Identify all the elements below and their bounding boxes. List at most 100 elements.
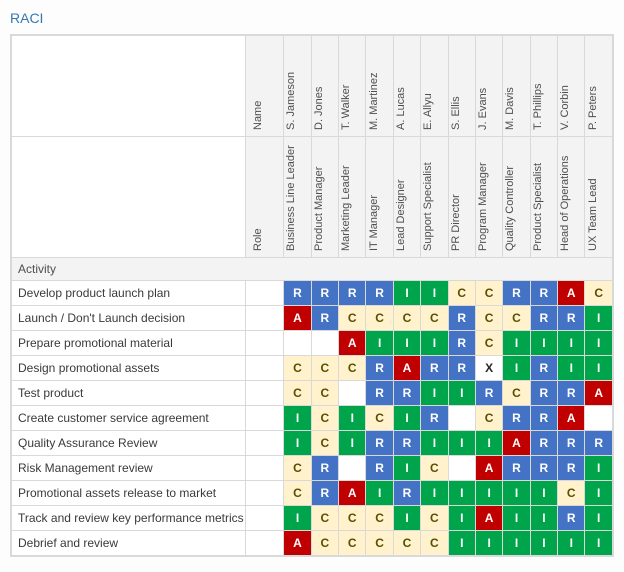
raci-cell: R xyxy=(475,381,502,406)
table-row: Debrief and reviewACCCCCIIIIII xyxy=(12,531,613,556)
name-header: T. Phillips xyxy=(530,36,557,137)
raci-cell: R xyxy=(503,281,530,306)
raci-cell: I xyxy=(421,381,448,406)
raci-cell: R xyxy=(558,456,585,481)
header-corner xyxy=(12,137,246,258)
raci-cell: R xyxy=(284,281,311,306)
raci-cell: I xyxy=(503,481,530,506)
row-spacer xyxy=(245,281,284,306)
raci-cell: A xyxy=(475,456,502,481)
row-spacer xyxy=(245,481,284,506)
raci-cell: C xyxy=(339,506,366,531)
raci-cell: I xyxy=(503,356,530,381)
name-header: M. Davis xyxy=(503,36,530,137)
table-row: Create customer service agreementICICIRC… xyxy=(12,406,613,431)
raci-cell xyxy=(448,456,475,481)
raci-cell: C xyxy=(284,456,311,481)
raci-cell xyxy=(339,381,366,406)
raci-cell xyxy=(284,331,311,356)
activity-label: Create customer service agreement xyxy=(12,406,246,431)
raci-cell: C xyxy=(311,506,338,531)
name-header: D. Jones xyxy=(311,36,338,137)
raci-cell: R xyxy=(558,431,585,456)
activity-label: Risk Management review xyxy=(12,456,246,481)
raci-cell: R xyxy=(530,456,557,481)
raci-cell: I xyxy=(339,431,366,456)
raci-cell: A xyxy=(339,481,366,506)
row-spacer xyxy=(245,431,284,456)
role-header-label: Role xyxy=(245,137,284,258)
raci-cell: I xyxy=(530,506,557,531)
table-row: Promotional assets release to marketCRAI… xyxy=(12,481,613,506)
raci-cell: R xyxy=(448,356,475,381)
row-spacer xyxy=(245,356,284,381)
raci-cell: R xyxy=(393,381,420,406)
raci-cell: R xyxy=(448,306,475,331)
activity-label: Track and review key performance metrics xyxy=(12,506,246,531)
raci-cell: A xyxy=(503,431,530,456)
row-spacer xyxy=(245,406,284,431)
raci-cell xyxy=(585,406,613,431)
raci-cell: R xyxy=(530,281,557,306)
raci-cell: R xyxy=(421,406,448,431)
raci-cell: I xyxy=(475,481,502,506)
raci-cell: C xyxy=(366,406,393,431)
raci-cell: C xyxy=(311,406,338,431)
raci-cell: R xyxy=(530,356,557,381)
raci-cell: I xyxy=(530,481,557,506)
row-spacer xyxy=(245,506,284,531)
raci-cell: R xyxy=(503,406,530,431)
activity-label: Design promotional assets xyxy=(12,356,246,381)
raci-cell: I xyxy=(585,306,613,331)
raci-cell: I xyxy=(448,431,475,456)
raci-cell: C xyxy=(421,456,448,481)
name-header: P. Peters xyxy=(585,36,613,137)
raci-cell: R xyxy=(558,506,585,531)
raci-cell: I xyxy=(585,456,613,481)
raci-cell: C xyxy=(503,381,530,406)
role-header: Support Specialist xyxy=(421,137,448,258)
role-header: Program Manager xyxy=(475,137,502,258)
name-header-label: Name xyxy=(245,36,284,137)
raci-cell: I xyxy=(393,506,420,531)
header-corner xyxy=(12,36,246,137)
raci-cell: I xyxy=(585,506,613,531)
raci-cell: C xyxy=(311,356,338,381)
raci-table: NameS. JamesonD. JonesT. WalkerM. Martin… xyxy=(11,35,613,556)
raci-cell: R xyxy=(366,356,393,381)
raci-cell: I xyxy=(585,331,613,356)
raci-cell: A xyxy=(585,381,613,406)
raci-cell: C xyxy=(284,381,311,406)
raci-cell: R xyxy=(393,481,420,506)
raci-cell: R xyxy=(311,456,338,481)
raci-cell: I xyxy=(585,481,613,506)
raci-cell: C xyxy=(421,531,448,556)
raci-cell: I xyxy=(421,481,448,506)
raci-cell: C xyxy=(339,356,366,381)
raci-cell: I xyxy=(421,281,448,306)
activity-label: Develop product launch plan xyxy=(12,281,246,306)
role-header: Business Line Leader xyxy=(284,137,311,258)
raci-cell: I xyxy=(530,531,557,556)
raci-cell: R xyxy=(366,456,393,481)
raci-cell: I xyxy=(448,381,475,406)
raci-cell: R xyxy=(530,406,557,431)
raci-cell: C xyxy=(393,531,420,556)
raci-cell: R xyxy=(558,381,585,406)
raci-cell: I xyxy=(448,506,475,531)
row-spacer xyxy=(245,331,284,356)
name-header: J. Evans xyxy=(475,36,502,137)
raci-cell: R xyxy=(530,306,557,331)
raci-cell: I xyxy=(503,331,530,356)
activity-label: Quality Assurance Review xyxy=(12,431,246,456)
raci-cell: A xyxy=(393,356,420,381)
raci-cell: R xyxy=(503,456,530,481)
raci-cell: R xyxy=(585,431,613,456)
raci-cell: I xyxy=(448,531,475,556)
raci-cell: C xyxy=(475,281,502,306)
raci-cell: R xyxy=(530,381,557,406)
raci-cell: A xyxy=(284,306,311,331)
raci-cell xyxy=(448,406,475,431)
raci-cell: C xyxy=(558,481,585,506)
raci-cell: R xyxy=(366,381,393,406)
